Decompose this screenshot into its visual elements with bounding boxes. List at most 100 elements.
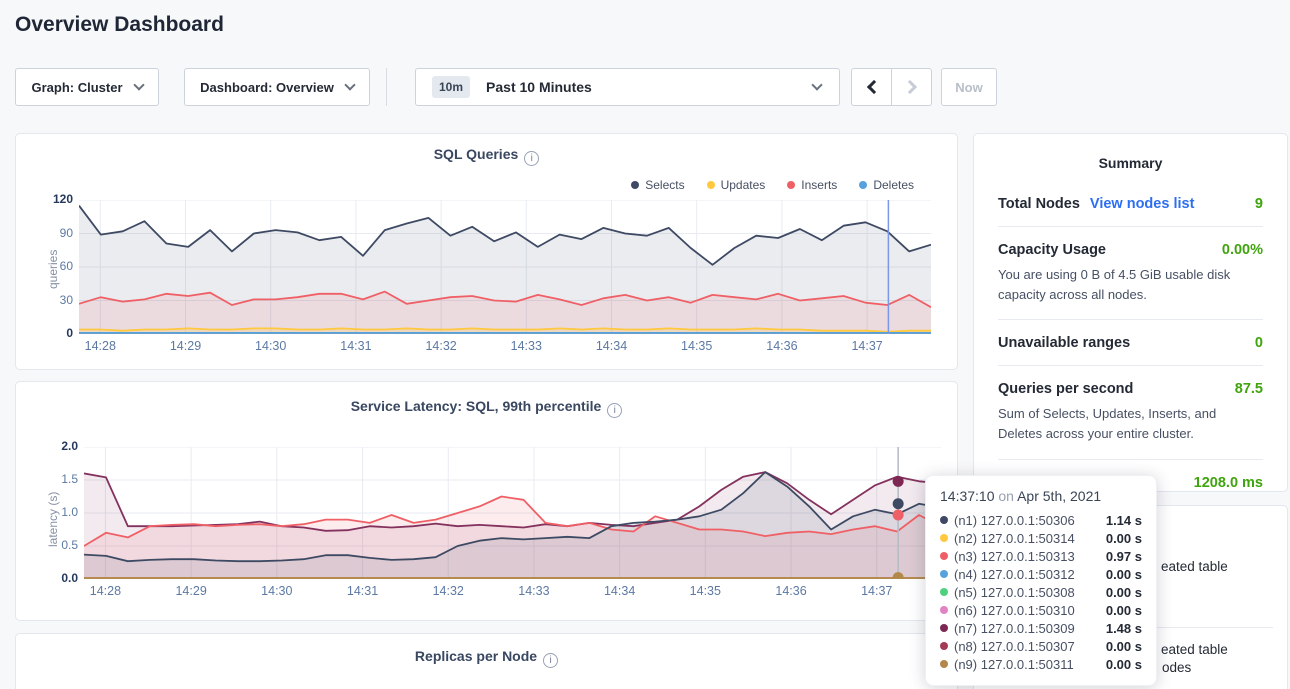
x-axis-tick: 14:30: [247, 584, 307, 598]
tooltip-node-address: (n2) 127.0.0.1:50314: [954, 531, 1100, 546]
summary-qps: Queries per second 87.5 Sum of Selects, …: [998, 366, 1263, 459]
legend-label: Updates: [721, 178, 766, 192]
x-axis-tick: 14:37: [837, 339, 897, 353]
tooltip-node-value: 0.97 s: [1106, 549, 1142, 564]
qps-label: Queries per second: [998, 381, 1133, 397]
toolbar-divider: [386, 68, 387, 106]
tooltip-node-address: (n9) 127.0.0.1:50311: [954, 657, 1100, 672]
tooltip-node-address: (n8) 127.0.0.1:50307: [954, 639, 1100, 654]
node-dot-icon: [940, 642, 948, 650]
chevron-right-icon: [902, 80, 916, 94]
legend-dot-icon: [707, 181, 715, 189]
tooltip-row: (n2) 127.0.0.1:50314 0.00 s: [940, 529, 1142, 547]
x-axis-tick: 14:34: [582, 339, 642, 353]
event-text-fragment: eated table: [1161, 642, 1228, 657]
chevron-down-icon: [133, 79, 144, 90]
dashboard-dropdown-label: Dashboard: Overview: [200, 80, 334, 95]
time-next-button[interactable]: [891, 68, 932, 106]
y-axis-tick: 1.5: [38, 472, 78, 486]
sql-queries-plot[interactable]: [79, 200, 931, 334]
tooltip-node-value: 0.00 s: [1106, 657, 1142, 672]
chevron-left-icon: [866, 80, 880, 94]
sql-queries-chart-card: SQL Queriesi Selects Updates Inserts Delete…: [15, 133, 958, 370]
tooltip-row: (n3) 127.0.0.1:503130.97 s: [940, 547, 1142, 565]
latency-chart-card: Service Latency: SQL, 99th percentilei l…: [15, 381, 958, 621]
summary-capacity: Capacity Usage 0.00% You are using 0 B o…: [998, 227, 1263, 320]
x-axis-tick: 14:29: [161, 584, 221, 598]
info-icon[interactable]: i: [543, 653, 558, 668]
chart-tooltip: 14:37:10 on Apr 5th, 2021 (n1) 127.0.0.1…: [925, 475, 1157, 686]
tooltip-node-address: (n5) 127.0.0.1:50308: [954, 585, 1100, 600]
legend-label: Inserts: [801, 178, 837, 192]
node-dot-icon: [940, 534, 948, 542]
event-text-fragment: eated table: [1161, 559, 1228, 574]
tooltip-node-value: 0.00 s: [1106, 531, 1142, 546]
x-axis-tick: 14:31: [333, 584, 393, 598]
graph-dropdown-label: Graph: Cluster: [31, 80, 122, 95]
now-button[interactable]: Now: [941, 68, 997, 106]
node-dot-icon: [940, 606, 948, 614]
time-range-dropdown[interactable]: 10m Past 10 Minutes: [415, 68, 840, 106]
replicas-chart-title: Replicas per Nodei: [16, 648, 957, 668]
summary-title: Summary: [998, 134, 1263, 181]
tooltip-row: (n5) 127.0.0.1:50308 0.00 s: [940, 583, 1142, 601]
summary-total-nodes: Total Nodes View nodes list 9: [998, 181, 1263, 227]
latency-plot[interactable]: [84, 447, 941, 579]
legend-item-updates[interactable]: Updates: [707, 178, 766, 192]
tooltip-node-address: (n4) 127.0.0.1:50312: [954, 567, 1100, 582]
legend-dot-icon: [787, 181, 795, 189]
latency-chart-title: Service Latency: SQL, 99th percentilei: [16, 398, 957, 418]
page-title: Overview Dashboard: [15, 13, 224, 37]
replicas-chart-card: Replicas per Nodei: [15, 633, 958, 689]
tooltip-timestamp: 14:37:10 on Apr 5th, 2021: [940, 488, 1142, 504]
sql-queries-chart-title: SQL Queriesi: [16, 146, 957, 166]
x-axis-tick: 14:33: [496, 339, 556, 353]
event-text-fragment: odes: [1162, 660, 1191, 675]
y-axis-tick: 120: [33, 192, 73, 206]
total-nodes-label: Total Nodes: [998, 196, 1080, 212]
graph-dropdown[interactable]: Graph: Cluster: [15, 68, 159, 106]
y-axis-tick: 2.0: [38, 439, 78, 453]
x-axis-tick: 14:33: [504, 584, 564, 598]
x-axis-tick: 14:28: [75, 584, 135, 598]
x-axis-tick: 14:36: [752, 339, 812, 353]
x-axis-tick: 14:31: [326, 339, 386, 353]
dashboard-dropdown[interactable]: Dashboard: Overview: [184, 68, 370, 106]
legend-item-inserts[interactable]: Inserts: [787, 178, 837, 192]
p99-value: 1208.0 ms: [1194, 475, 1263, 491]
tooltip-node-value: 0.00 s: [1106, 567, 1142, 582]
tooltip-node-address: (n7) 127.0.0.1:50309: [954, 621, 1100, 636]
view-nodes-list-link[interactable]: View nodes list: [1090, 196, 1195, 212]
sql-legend: Selects Updates Inserts Deletes: [631, 178, 914, 192]
tooltip-row: (n1) 127.0.0.1:503061.14 s: [940, 511, 1142, 529]
tooltip-node-value: 0.00 s: [1106, 639, 1142, 654]
unavailable-ranges-label: Unavailable ranges: [998, 335, 1130, 351]
summary-panel: Summary Total Nodes View nodes list 9 Ca…: [973, 133, 1288, 492]
tooltip-node-value: 1.14 s: [1106, 513, 1142, 528]
legend-dot-icon: [859, 181, 867, 189]
info-icon[interactable]: i: [607, 403, 622, 418]
tooltip-rows: (n1) 127.0.0.1:503061.14 s(n2) 127.0.0.1…: [940, 511, 1142, 673]
tooltip-row: (n4) 127.0.0.1:50312 0.00 s: [940, 565, 1142, 583]
node-dot-icon: [940, 588, 948, 596]
x-axis-tick: 14:29: [156, 339, 216, 353]
x-axis-tick: 14:34: [590, 584, 650, 598]
legend-label: Selects: [645, 178, 684, 192]
tooltip-row: (n9) 127.0.0.1:50311 0.00 s: [940, 655, 1142, 673]
x-axis-tick: 14:36: [761, 584, 821, 598]
tooltip-row: (n6) 127.0.0.1:503100.00 s: [940, 601, 1142, 619]
y-axis-tick: 0: [33, 326, 73, 340]
node-dot-icon: [940, 570, 948, 578]
legend-item-deletes[interactable]: Deletes: [859, 178, 914, 192]
info-icon[interactable]: i: [524, 151, 539, 166]
tooltip-node-value: 0.00 s: [1106, 585, 1142, 600]
time-prev-button[interactable]: [851, 68, 892, 106]
legend-item-selects[interactable]: Selects: [631, 178, 684, 192]
tooltip-row: (n7) 127.0.0.1:503091.48 s: [940, 619, 1142, 637]
y-axis-tick: 30: [33, 293, 73, 307]
chevron-down-icon: [344, 79, 355, 90]
y-axis-tick: 1.0: [38, 505, 78, 519]
node-dot-icon: [940, 624, 948, 632]
qps-desc: Sum of Selects, Updates, Inserts, and De…: [998, 404, 1263, 444]
tooltip-row: (n8) 127.0.0.1:50307 0.00 s: [940, 637, 1142, 655]
